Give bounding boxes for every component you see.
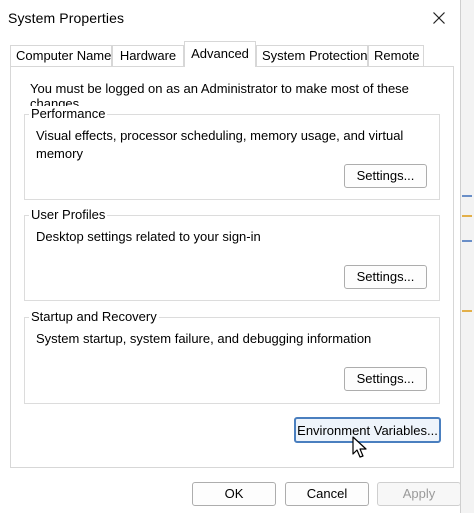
mouse-pointer-icon	[352, 436, 367, 458]
startup-recovery-label: Startup and Recovery	[29, 309, 159, 324]
tab-remote[interactable]: Remote	[368, 45, 424, 66]
apply-button: Apply	[377, 482, 461, 506]
cancel-button[interactable]: Cancel	[285, 482, 369, 506]
tab-hardware[interactable]: Hardware	[112, 45, 184, 66]
user-profiles-settings-button[interactable]: Settings...	[344, 265, 427, 289]
startup-recovery-settings-button[interactable]: Settings...	[344, 367, 427, 391]
close-icon	[433, 12, 445, 24]
close-button[interactable]	[424, 4, 454, 32]
startup-recovery-group: Startup and Recovery System startup, sys…	[24, 309, 440, 404]
background-mark	[462, 310, 472, 312]
user-profiles-description: Desktop settings related to your sign-in	[36, 229, 261, 244]
system-properties-dialog: System Properties Computer Name Hardware…	[0, 0, 461, 513]
startup-recovery-description: System startup, system failure, and debu…	[36, 331, 372, 346]
window-title: System Properties	[8, 10, 125, 26]
performance-label: Performance	[29, 106, 108, 121]
performance-description: Visual effects, processor scheduling, me…	[36, 128, 404, 161]
background-mark	[462, 240, 472, 242]
dialog-footer: OK Cancel Apply	[0, 476, 461, 513]
tab-advanced[interactable]: Advanced	[184, 41, 256, 67]
title-bar[interactable]: System Properties	[0, 0, 460, 38]
background-mark	[462, 215, 472, 217]
performance-settings-button[interactable]: Settings...	[344, 164, 427, 188]
ok-button[interactable]: OK	[192, 482, 276, 506]
user-profiles-group: User Profiles Desktop settings related t…	[24, 207, 440, 301]
tab-system-protection[interactable]: System Protection	[256, 45, 368, 66]
tab-computer-name[interactable]: Computer Name	[10, 45, 112, 66]
background-mark	[462, 195, 472, 197]
screen: System Properties Computer Name Hardware…	[0, 0, 474, 513]
user-profiles-label: User Profiles	[29, 207, 108, 222]
performance-group: Performance Visual effects, processor sc…	[24, 106, 440, 200]
